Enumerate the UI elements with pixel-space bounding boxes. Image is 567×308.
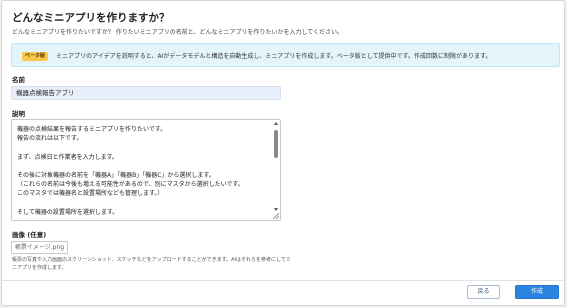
scroll-up-arrow-icon[interactable] [274,122,278,125]
resize-grip-icon[interactable] [273,213,279,219]
image-label: 画像 (任意) [12,231,47,239]
scroll-down-arrow-icon[interactable] [274,208,278,211]
dialog-subtitle: どんなミニアプリを作りたいですか？ 作りたいミニアプリの名前と、どんなミニアプリ… [12,29,344,36]
footer-divider [2,280,564,281]
create-mini-app-dialog: どんなミニアプリを作りますか？ どんなミニアプリを作りたいですか？ 作りたいミニ… [1,0,565,306]
image-upload-button[interactable]: 帳票イメージ.png [11,241,68,254]
description-textarea[interactable]: 機器の点検結果を報告するミニアプリを作りたいです。 報告の流れは以下です。 まず… [11,119,281,221]
name-label: 名前 [12,76,25,84]
beta-notice: ベータ版 ミニアプリのアイデアを説明すると、AIがデータモデルと構造を自動生成し… [11,43,560,67]
description-label: 説明 [12,110,25,118]
name-input[interactable]: 機器点検報告アプリ [11,86,281,100]
dialog-title: どんなミニアプリを作りますか？ [12,12,170,24]
image-help-text: 帳票の写真や入力画面のスクリーンショット、スケッチなどをアップロードすることがで… [12,257,291,271]
scrollbar-thumb[interactable] [274,130,278,158]
description-text: 機器の点検結果を報告するミニアプリを作りたいです。 報告の流れは以下です。 まず… [17,126,244,216]
beta-notice-text: ミニアプリのアイデアを説明すると、AIがデータモデルと構造を自動生成し、ミニアプ… [56,53,492,60]
beta-badge: ベータ版 [22,52,49,61]
create-button[interactable]: 作成 [515,285,559,299]
back-button[interactable]: 戻る [467,285,500,299]
